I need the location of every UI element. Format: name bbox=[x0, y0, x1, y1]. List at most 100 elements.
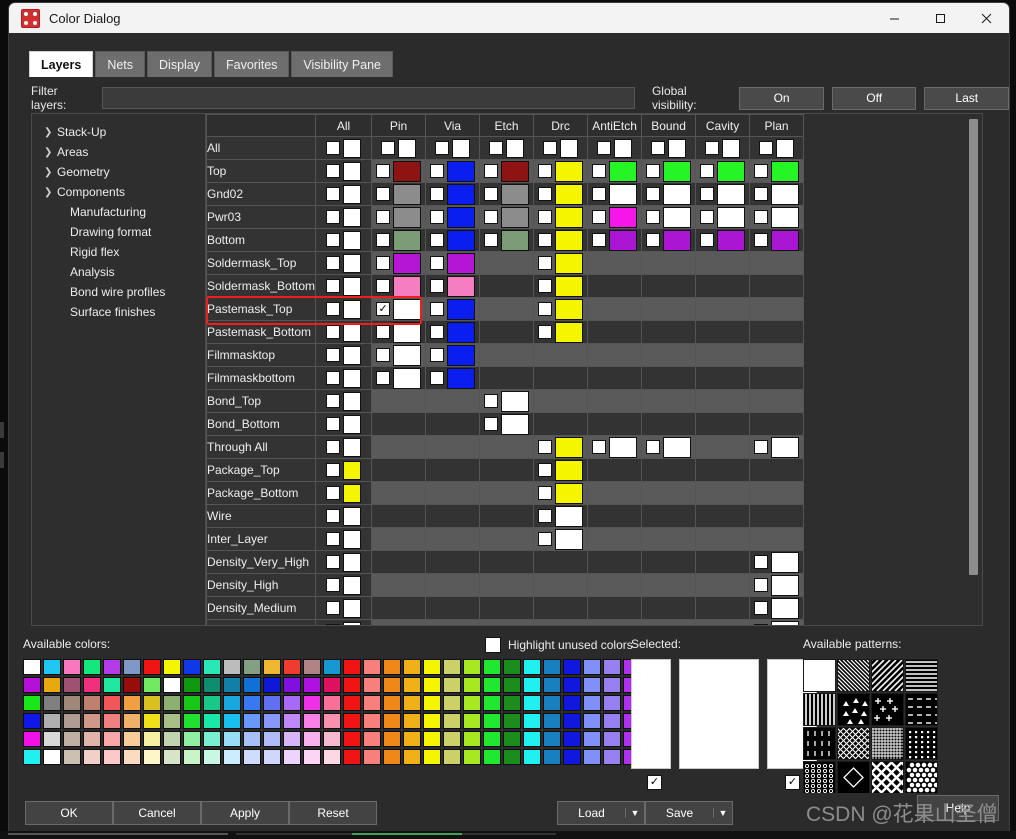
color-swatch[interactable] bbox=[771, 436, 800, 458]
palette-swatch[interactable] bbox=[43, 677, 61, 693]
color-swatch[interactable] bbox=[501, 229, 530, 251]
grid-row[interactable]: Filmmasktop bbox=[206, 343, 805, 367]
palette-swatch[interactable] bbox=[523, 749, 541, 765]
grid-cell-via[interactable] bbox=[425, 136, 481, 160]
palette-swatch[interactable] bbox=[43, 713, 61, 729]
tree-item-components[interactable]: ❯ Components bbox=[32, 182, 205, 202]
chevron-right-icon[interactable]: ❯ bbox=[44, 127, 57, 138]
grid-cell-plan[interactable] bbox=[749, 619, 805, 625]
palette-swatch[interactable] bbox=[523, 713, 541, 729]
visibility-checkbox[interactable] bbox=[326, 624, 341, 625]
visibility-checkbox[interactable] bbox=[326, 325, 341, 339]
palette-swatch[interactable] bbox=[243, 731, 261, 747]
pattern-fine-grid[interactable] bbox=[871, 727, 904, 760]
palette-swatch[interactable] bbox=[483, 749, 501, 765]
visibility-checkbox[interactable] bbox=[592, 187, 607, 201]
grid-row[interactable]: Density_Very_High bbox=[206, 550, 805, 574]
visibility-checkbox[interactable] bbox=[484, 233, 499, 247]
grid-scroll-thumb[interactable] bbox=[969, 119, 978, 575]
palette-swatch[interactable] bbox=[363, 713, 381, 729]
grid-cell-all[interactable] bbox=[315, 366, 373, 390]
palette-swatch[interactable] bbox=[543, 659, 561, 675]
palette-swatch[interactable] bbox=[323, 659, 341, 675]
palette-swatch[interactable] bbox=[163, 677, 181, 693]
color-swatch[interactable] bbox=[343, 598, 362, 618]
color-swatch[interactable] bbox=[447, 344, 476, 366]
grid-cell-via[interactable] bbox=[425, 205, 481, 229]
palette-swatch[interactable] bbox=[603, 659, 621, 675]
grid-cell-via[interactable] bbox=[425, 274, 481, 298]
visibility-checkbox[interactable] bbox=[430, 233, 445, 247]
color-swatch[interactable] bbox=[393, 298, 422, 320]
palette-swatch[interactable] bbox=[563, 749, 581, 765]
palette-swatch[interactable] bbox=[243, 695, 261, 711]
save-button[interactable]: Save ▼ bbox=[645, 801, 733, 825]
visibility-checkbox[interactable] bbox=[326, 233, 341, 247]
selected-checkbox-slot[interactable]: ✓ bbox=[647, 775, 662, 790]
palette-swatch[interactable] bbox=[143, 731, 161, 747]
color-swatch[interactable] bbox=[343, 460, 362, 480]
grid-cell-all[interactable] bbox=[315, 205, 373, 229]
palette-swatch[interactable] bbox=[123, 731, 141, 747]
selected-swatch-checkbox[interactable]: ✓ bbox=[647, 775, 662, 790]
palette-swatch[interactable] bbox=[443, 749, 461, 765]
color-swatch[interactable] bbox=[663, 229, 692, 251]
color-swatch[interactable] bbox=[393, 367, 422, 389]
palette-swatch[interactable] bbox=[143, 659, 161, 675]
grid-cell-drc[interactable] bbox=[533, 504, 589, 528]
palette-swatch[interactable] bbox=[263, 695, 281, 711]
palette-swatch[interactable] bbox=[123, 659, 141, 675]
palette-swatch[interactable] bbox=[543, 713, 561, 729]
palette-swatch[interactable] bbox=[63, 713, 81, 729]
palette-swatch[interactable] bbox=[223, 677, 241, 693]
color-swatch[interactable] bbox=[771, 551, 800, 573]
grid-cell-pin[interactable] bbox=[371, 182, 427, 206]
chevron-right-icon[interactable]: ❯ bbox=[44, 187, 57, 198]
palette-swatch[interactable] bbox=[343, 731, 361, 747]
grid-cell-etch[interactable] bbox=[479, 228, 535, 252]
grid-cell-pin[interactable] bbox=[371, 136, 427, 160]
palette-swatch[interactable] bbox=[363, 695, 381, 711]
grid-cell-all[interactable] bbox=[315, 297, 373, 321]
palette-swatch[interactable] bbox=[323, 695, 341, 711]
color-swatch[interactable] bbox=[452, 138, 471, 158]
grid-cell-drc[interactable] bbox=[533, 205, 589, 229]
palette-swatch[interactable] bbox=[243, 659, 261, 675]
grid-cell-all[interactable] bbox=[315, 504, 373, 528]
column-header-cavity[interactable]: Cavity bbox=[695, 114, 751, 137]
visibility-checkbox[interactable] bbox=[326, 141, 341, 155]
tab-favorites[interactable]: Favorites bbox=[214, 51, 290, 77]
grid-row[interactable]: Bottom bbox=[206, 228, 805, 252]
pattern-solid[interactable] bbox=[803, 659, 836, 692]
color-swatch[interactable] bbox=[393, 321, 422, 343]
palette-swatch[interactable] bbox=[343, 677, 361, 693]
global-visibility-last-button[interactable]: Last bbox=[924, 86, 1009, 110]
grid-cell-all[interactable] bbox=[315, 619, 373, 625]
palette-swatch[interactable] bbox=[223, 731, 241, 747]
grid-row[interactable]: All bbox=[206, 136, 805, 160]
palette-swatch[interactable] bbox=[183, 731, 201, 747]
grid-cell-all[interactable] bbox=[315, 435, 373, 459]
pattern-diag-cross-thick[interactable] bbox=[840, 761, 963, 794]
palette-swatch[interactable] bbox=[243, 749, 261, 765]
color-swatch[interactable] bbox=[343, 368, 362, 388]
color-swatch[interactable] bbox=[771, 183, 800, 205]
grid-cell-bound[interactable] bbox=[641, 435, 697, 459]
color-swatch[interactable] bbox=[609, 160, 638, 182]
visibility-checkbox[interactable] bbox=[430, 279, 445, 293]
palette-swatch[interactable] bbox=[423, 731, 441, 747]
tree-item-geometry[interactable]: ❯ Geometry bbox=[32, 162, 205, 182]
color-swatch[interactable] bbox=[447, 206, 476, 228]
grid-row[interactable]: Pastemask_Bottom bbox=[206, 320, 805, 344]
visibility-checkbox[interactable] bbox=[484, 417, 499, 431]
palette-swatch[interactable] bbox=[263, 677, 281, 693]
visibility-checkbox[interactable] bbox=[538, 532, 553, 546]
visibility-checkbox[interactable] bbox=[646, 187, 661, 201]
color-swatch[interactable] bbox=[343, 506, 362, 526]
palette-swatch[interactable] bbox=[203, 659, 221, 675]
color-swatch[interactable] bbox=[771, 206, 800, 228]
palette-swatch[interactable] bbox=[263, 713, 281, 729]
grid-cell-antietch[interactable] bbox=[587, 182, 643, 206]
chevron-right-icon[interactable]: ❯ bbox=[44, 147, 57, 158]
palette-swatch[interactable] bbox=[303, 731, 321, 747]
